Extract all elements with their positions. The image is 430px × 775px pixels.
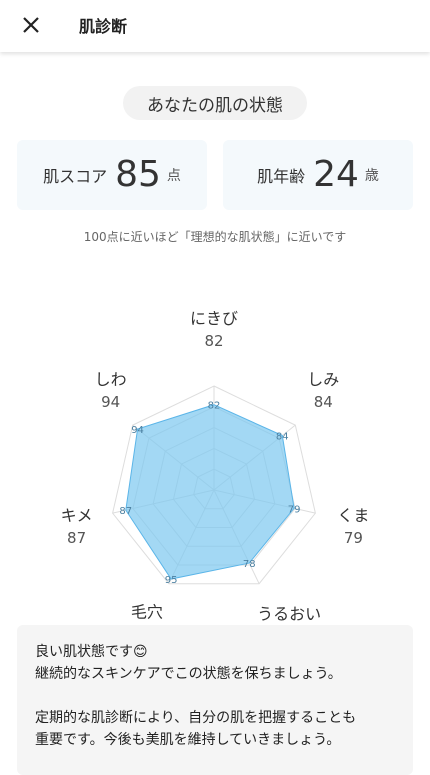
radar-category-value: 82 [204,332,223,350]
radar-data-area [125,404,295,580]
skin-score-unit: 点 [166,168,181,184]
radar-category-label: にきび [190,309,238,328]
radar-category-label: 毛穴 [131,603,163,622]
radar-category-value: 84 [314,393,333,411]
radar-category-label: しわ [95,370,127,389]
radar-category-value: 94 [101,393,120,411]
radar-category-label: しみ [307,370,339,389]
radar-point-value: 94 [131,425,144,436]
page-content: あなたの肌の状態 肌スコア 85 点 肌年齢 24 歳 100点に近いほど「理想… [0,52,430,775]
header-title: 肌診断 [79,17,128,36]
skin-age-value: 24 [313,154,359,195]
radar-category-value: 79 [344,529,363,547]
skin-score-label: 肌スコア [43,167,108,186]
radar-point-value: 95 [165,575,178,586]
message-line: 良い肌状態です😊 [35,644,148,660]
score-hint: 100点に近いほど「理想的な肌状態」に近いです [83,230,347,244]
message-line: 継続的なスキンケアでこの状態を保ちましょう。 [35,666,342,682]
skin-age-card: 肌年齢 24 歳 [223,140,413,210]
message-line: 重要です。今後も美肌を維持していきましょう。 [35,732,341,748]
skin-age-label: 肌年齢 [257,167,306,186]
close-icon [23,17,39,33]
radar-point-value: 79 [288,504,301,515]
radar-category-label: うるおい [257,605,321,622]
skin-score-card: 肌スコア 85 点 [17,140,207,210]
radar-point-value: 84 [276,432,289,443]
radar-category-label: キメ [61,506,93,525]
app-header: 肌診断 [0,0,430,52]
radar-point-value: 82 [208,401,221,412]
advice-message: 良い肌状態です😊 継続的なスキンケアでこの状態を保ちましょう。 定期的な肌診断に… [17,625,413,775]
message-line: 定期的な肌診断により、自分の肌を把握することも [35,710,357,726]
close-button[interactable] [14,8,48,42]
radar-chart: 82847978958794にきび82しみ84くま79うるおい78毛穴95キメ8… [61,309,370,622]
skin-age-unit: 歳 [364,168,379,184]
status-label: あなたの肌の状態 [123,86,307,120]
radar-point-value: 87 [119,506,132,517]
radar-category-label: くま [337,506,369,525]
radar-point-value: 78 [243,559,256,570]
skin-score-value: 85 [115,154,161,195]
radar-category-value: 87 [67,529,86,547]
